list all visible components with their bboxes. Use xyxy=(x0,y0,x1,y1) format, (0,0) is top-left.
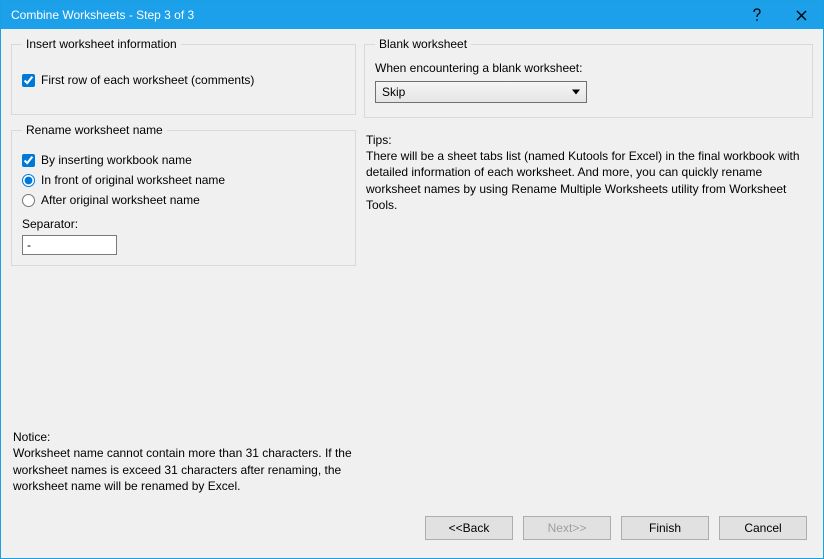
after-label: After original worksheet name xyxy=(41,193,200,207)
help-icon xyxy=(752,8,762,22)
tips-body: There will be a sheet tabs list (named K… xyxy=(366,148,809,213)
finish-button[interactable]: Finish xyxy=(621,516,709,540)
close-icon xyxy=(796,10,807,21)
dialog-window: Combine Worksheets - Step 3 of 3 Insert … xyxy=(0,0,824,559)
separator-label: Separator: xyxy=(22,217,345,231)
notice-body: Worksheet name cannot contain more than … xyxy=(13,445,354,494)
by-inserting-checkbox[interactable] xyxy=(22,154,35,167)
by-inserting-label: By inserting workbook name xyxy=(41,153,192,167)
notice-title: Notice: xyxy=(13,429,354,445)
insert-worksheet-info-group: Insert worksheet information First row o… xyxy=(11,37,356,115)
tips-title: Tips: xyxy=(366,132,809,148)
help-button[interactable] xyxy=(735,1,779,29)
blank-label: When encountering a blank worksheet: xyxy=(375,61,802,75)
separator-input[interactable] xyxy=(22,235,117,255)
blank-action-select[interactable]: Skip xyxy=(375,81,587,103)
first-row-label: First row of each worksheet (comments) xyxy=(41,73,254,87)
titlebar: Combine Worksheets - Step 3 of 3 xyxy=(1,1,823,29)
in-front-label: In front of original worksheet name xyxy=(41,173,225,187)
in-front-radio[interactable] xyxy=(22,174,35,187)
blank-legend: Blank worksheet xyxy=(375,37,471,51)
window-title: Combine Worksheets - Step 3 of 3 xyxy=(11,8,735,22)
rename-legend: Rename worksheet name xyxy=(22,123,167,137)
notice-block: Notice: Worksheet name cannot contain mo… xyxy=(11,421,356,508)
left-column: Insert worksheet information First row o… xyxy=(11,37,356,508)
after-radio[interactable] xyxy=(22,194,35,207)
blank-action-selected: Skip xyxy=(382,85,405,99)
close-button[interactable] xyxy=(779,1,823,29)
back-button[interactable]: <<Back xyxy=(425,516,513,540)
right-column: Blank worksheet When encountering a blan… xyxy=(364,37,813,508)
cancel-button[interactable]: Cancel xyxy=(719,516,807,540)
next-button[interactable]: Next>> xyxy=(523,516,611,540)
button-bar: <<Back Next>> Finish Cancel xyxy=(1,508,823,558)
blank-worksheet-group: Blank worksheet When encountering a blan… xyxy=(364,37,813,118)
rename-worksheet-group: Rename worksheet name By inserting workb… xyxy=(11,123,356,266)
dialog-body: Insert worksheet information First row o… xyxy=(1,29,823,508)
insert-legend: Insert worksheet information xyxy=(22,37,181,51)
tips-block: Tips: There will be a sheet tabs list (n… xyxy=(364,126,813,213)
first-row-checkbox[interactable] xyxy=(22,74,35,87)
